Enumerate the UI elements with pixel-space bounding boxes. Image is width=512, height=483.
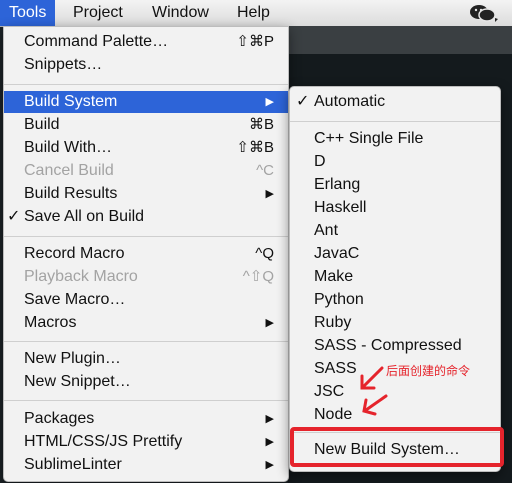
annotation-arrows: [360, 366, 388, 416]
menu-item-label: Save Macro…: [24, 291, 126, 308]
menu-item-new-snippet[interactable]: New Snippet…: [4, 371, 288, 393]
annotation-arrow-node: [364, 394, 388, 412]
menu-item-label: Automatic: [314, 93, 386, 110]
menu-item-label: Build: [24, 116, 60, 133]
menubar-help[interactable]: Help: [228, 0, 279, 26]
menu-item-build-system[interactable]: Build System ▶: [4, 91, 288, 113]
shortcut-label: ⌘B: [248, 116, 274, 133]
menu-item-label: SublimeLinter: [24, 456, 122, 473]
menu-separator: [4, 84, 288, 85]
menu-item-build-results[interactable]: Build Results ▶: [4, 183, 288, 205]
menubar-window[interactable]: Window: [143, 0, 218, 26]
build-system-sass-compressed[interactable]: SASS - Compressed: [290, 335, 500, 357]
menu-item-label: Ant: [314, 222, 339, 239]
menu-item-sublimelinter[interactable]: SublimeLinter ▶: [4, 454, 288, 476]
chevron-right-icon: ▶: [265, 317, 274, 329]
menu-item-label: Make: [314, 268, 354, 285]
build-system-node[interactable]: Node: [290, 404, 500, 426]
menubar-tools[interactable]: Tools: [0, 0, 56, 26]
menu-item-label: Record Macro: [24, 245, 125, 262]
chevron-right-icon: ▶: [265, 436, 274, 448]
menu-item-label: Python: [314, 291, 364, 308]
menu-item-label: Save All on Build: [24, 208, 145, 225]
tools-menu: Command Palette… ⇧⌘P Snippets… Build Sys…: [3, 26, 289, 482]
build-system-ruby[interactable]: Ruby: [290, 312, 500, 334]
build-system-automatic[interactable]: ✓ Automatic: [290, 91, 500, 113]
build-system-make[interactable]: Make: [290, 266, 500, 288]
menu-bar: Tools Project Window Help: [0, 0, 512, 27]
menu-item-new-plugin[interactable]: New Plugin…: [4, 348, 288, 370]
wechat-icon[interactable]: [468, 3, 498, 23]
menu-item-label: Playback Macro: [24, 268, 138, 285]
menu-item-label: SASS - Compressed: [314, 337, 462, 354]
build-system-jsc[interactable]: JSC: [290, 381, 500, 403]
menu-item-label: C++ Single File: [314, 130, 424, 147]
menu-item-snippets[interactable]: Snippets…: [4, 54, 288, 76]
menu-item-label: Packages: [24, 410, 95, 427]
menu-separator: [4, 236, 288, 237]
annotation-text: 后面创建的命令: [386, 364, 471, 378]
build-system-cpp-single-file[interactable]: C++ Single File: [290, 128, 500, 150]
menu-item-command-palette[interactable]: Command Palette… ⇧⌘P: [4, 31, 288, 53]
menu-item-label: Node: [314, 406, 353, 423]
shortcut-label: ⇧⌘B: [236, 139, 274, 156]
shortcut-label: ^C: [256, 162, 274, 179]
menu-item-label: Cancel Build: [24, 162, 114, 179]
menu-item-label: Command Palette…: [24, 33, 169, 50]
chevron-right-icon: ▶: [265, 413, 274, 425]
menu-item-label: Ruby: [314, 314, 352, 331]
menu-item-label: Erlang: [314, 176, 361, 193]
build-system-javac[interactable]: JavaC: [290, 243, 500, 265]
annotation-arrow-jsc: [362, 366, 384, 388]
menu-item-build[interactable]: Build ⌘B: [4, 114, 288, 136]
shortcut-label: ⇧⌘P: [236, 33, 274, 50]
menu-item-record-macro[interactable]: Record Macro ^Q: [4, 243, 288, 265]
menu-item-build-with[interactable]: Build With… ⇧⌘B: [4, 137, 288, 159]
menu-item-label: Haskell: [314, 199, 367, 216]
chevron-right-icon: ▶: [265, 459, 274, 471]
annotation-highlight-box: [290, 427, 504, 467]
build-system-submenu: ✓ Automatic C++ Single File D Erlang Has…: [289, 86, 501, 472]
menu-item-label: Build With…: [24, 139, 113, 156]
menu-item-playback-macro: Playback Macro ^⇧Q: [4, 266, 288, 288]
checkmark-icon: ✓: [296, 93, 310, 110]
menu-item-packages[interactable]: Packages ▶: [4, 408, 288, 430]
menu-item-label: New Snippet…: [24, 373, 131, 390]
menubar-project[interactable]: Project: [64, 0, 132, 26]
menu-separator: [4, 400, 288, 401]
menu-item-save-macro[interactable]: Save Macro…: [4, 289, 288, 311]
build-system-haskell[interactable]: Haskell: [290, 197, 500, 219]
menu-item-label: JSC: [314, 383, 345, 400]
menu-item-label: Macros: [24, 314, 77, 331]
menu-item-cancel-build: Cancel Build ^C: [4, 160, 288, 182]
build-system-ant[interactable]: Ant: [290, 220, 500, 242]
build-system-erlang[interactable]: Erlang: [290, 174, 500, 196]
menu-item-label: HTML/CSS/JS Prettify: [24, 433, 183, 450]
editor-tab-strip: [288, 26, 512, 54]
chevron-right-icon: ▶: [265, 96, 274, 108]
menu-separator: [4, 341, 288, 342]
menu-item-label: New Plugin…: [24, 350, 121, 367]
shortcut-label: ^⇧Q: [242, 268, 274, 285]
menu-item-save-all-on-build[interactable]: ✓ Save All on Build: [4, 206, 288, 228]
menu-item-label: D: [314, 153, 326, 170]
menu-item-label: Snippets…: [24, 56, 103, 73]
menu-item-label: Build Results: [24, 185, 118, 202]
chevron-right-icon: ▶: [265, 188, 274, 200]
menu-item-label: Build System: [24, 93, 118, 110]
checkmark-icon: ✓: [7, 208, 21, 225]
shortcut-label: ^Q: [255, 245, 274, 262]
menu-item-html-prettify[interactable]: HTML/CSS/JS Prettify ▶: [4, 431, 288, 453]
build-system-d[interactable]: D: [290, 151, 500, 173]
menu-item-macros[interactable]: Macros ▶: [4, 312, 288, 334]
build-system-python[interactable]: Python: [290, 289, 500, 311]
menu-separator: [290, 121, 500, 122]
menu-item-label: JavaC: [314, 245, 360, 262]
